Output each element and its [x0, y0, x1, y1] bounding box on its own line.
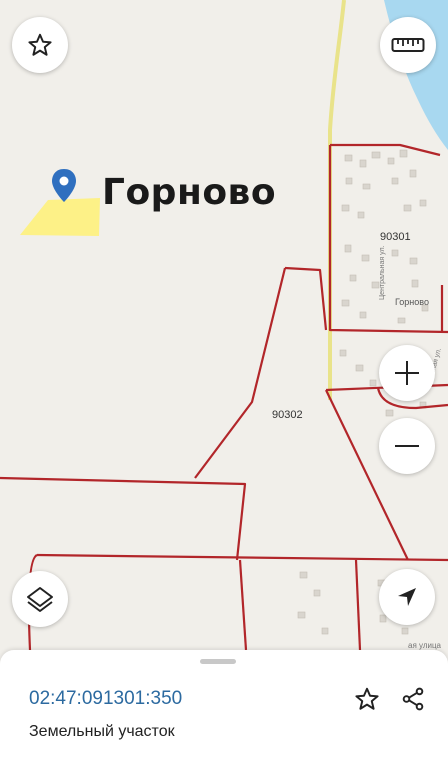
- sheet-drag-handle[interactable]: [200, 659, 236, 664]
- ruler-icon: [391, 38, 425, 52]
- minus-icon: [395, 445, 419, 447]
- info-sheet[interactable]: 02:47:091301:350 Земельный участок: [0, 650, 448, 767]
- zone-label-south: 90302: [272, 409, 303, 421]
- zoom-in-button[interactable]: [379, 345, 435, 401]
- plus-icon: [395, 361, 419, 385]
- street-label-bottom: ая улица: [408, 641, 442, 650]
- cadastral-number[interactable]: 02:47:091301:350: [29, 688, 182, 710]
- favorite-button[interactable]: [12, 17, 68, 73]
- star-icon: [28, 33, 52, 56]
- zone-label-north: 90301: [380, 231, 411, 243]
- navigation-arrow-icon: [398, 588, 416, 606]
- share-button[interactable]: [398, 684, 428, 714]
- share-icon: [402, 687, 424, 711]
- settlement-label: Горново: [395, 297, 429, 307]
- object-type-label: Земельный участок: [29, 723, 175, 740]
- my-location-button[interactable]: [379, 569, 435, 625]
- ruler-button[interactable]: [380, 17, 436, 73]
- sheet-favorite-button[interactable]: [352, 684, 382, 714]
- layers-button[interactable]: [12, 571, 68, 627]
- zoom-out-button[interactable]: [379, 418, 435, 474]
- layers-icon: [27, 587, 53, 612]
- street-label-central: Центральная ул.: [379, 245, 386, 300]
- star-icon: [355, 687, 379, 710]
- place-name-label: Горново: [102, 172, 277, 213]
